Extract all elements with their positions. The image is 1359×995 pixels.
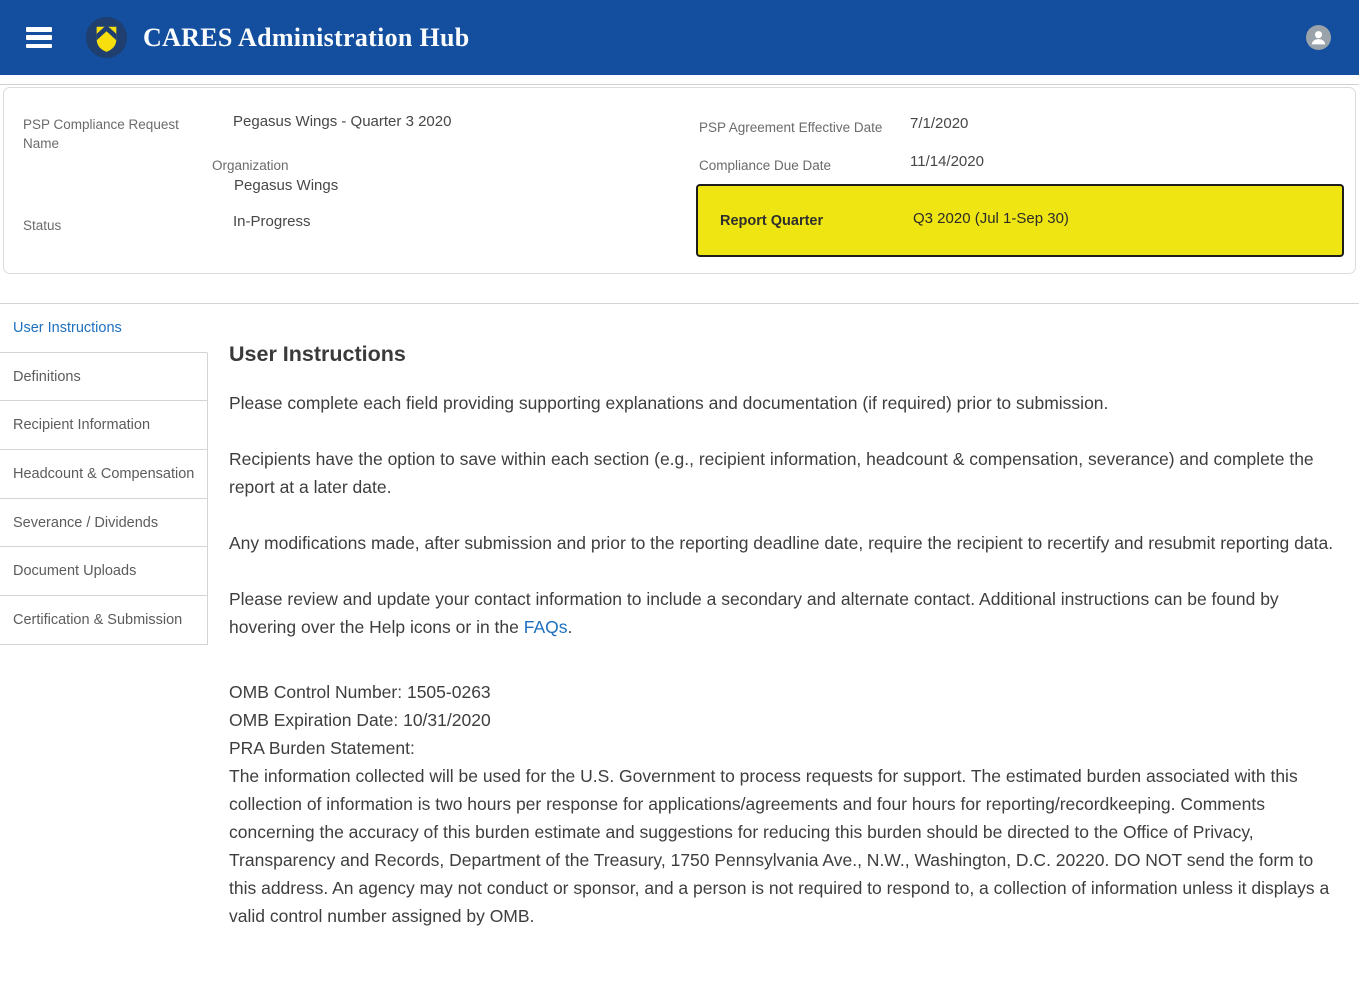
tab-label: Certification & Submission	[13, 612, 182, 628]
header-divider	[0, 84, 1359, 85]
tab-severance-dividends[interactable]: Severance / Dividends	[0, 499, 208, 548]
app-header: CARES Administration Hub	[0, 0, 1359, 75]
hamburger-menu-icon[interactable]	[26, 27, 52, 48]
due-date-value: 11/14/2020	[910, 152, 984, 172]
status-value: In-Progress	[233, 212, 311, 232]
hamburger-bar	[26, 44, 52, 49]
request-name-value: Pegasus Wings - Quarter 3 2020	[233, 112, 451, 132]
effective-date-label: PSP Agreement Effective Date	[699, 118, 882, 137]
tab-document-uploads[interactable]: Document Uploads	[0, 547, 208, 596]
contact-update-paragraph: Please review and update your contact in…	[229, 585, 1343, 641]
page-title: User Instructions	[229, 340, 1343, 368]
report-quarter-label: Report Quarter	[720, 213, 823, 229]
tab-definitions[interactable]: Definitions	[0, 353, 208, 402]
status-label: Status	[23, 216, 61, 235]
main-content: User Instructions Please complete each f…	[229, 304, 1343, 930]
app-title: CARES Administration Hub	[143, 23, 470, 53]
omb-expiration-date: OMB Expiration Date: 10/31/2020	[229, 706, 1343, 734]
organization-value: Pegasus Wings	[234, 176, 338, 196]
hamburger-bar	[26, 35, 52, 40]
omb-control-number: OMB Control Number: 1505-0263	[229, 678, 1343, 706]
pra-burden-text: The information collected will be used f…	[229, 762, 1343, 930]
user-avatar-icon[interactable]	[1306, 25, 1331, 50]
instructions-paragraph-3: Any modifications made, after submission…	[229, 529, 1343, 557]
request-name-label: PSP Compliance Request Name	[23, 115, 193, 153]
tab-user-instructions[interactable]: User Instructions	[0, 304, 208, 353]
tab-label: Recipient Information	[13, 417, 150, 433]
tab-headcount-compensation[interactable]: Headcount & Compensation	[0, 450, 208, 499]
tab-certification-submission[interactable]: Certification & Submission	[0, 596, 208, 645]
organization-label: Organization	[212, 156, 289, 175]
instructions-paragraph-2: Recipients have the option to save withi…	[229, 445, 1343, 501]
report-quarter-value: Q3 2020 (Jul 1-Sep 30)	[913, 210, 1069, 227]
compliance-summary-panel: PSP Compliance Request Name Pegasus Wing…	[3, 87, 1356, 274]
report-quarter-highlight: Report Quarter Q3 2020 (Jul 1-Sep 30)	[696, 184, 1344, 257]
omb-statement-block: OMB Control Number: 1505-0263 OMB Expira…	[229, 678, 1343, 930]
app-logo-icon[interactable]	[85, 16, 128, 59]
tab-recipient-information[interactable]: Recipient Information	[0, 401, 208, 450]
due-date-label: Compliance Due Date	[699, 156, 831, 175]
section-nav: User Instructions Definitions Recipient …	[0, 304, 208, 645]
hamburger-bar	[26, 27, 52, 32]
tab-label: Headcount & Compensation	[13, 466, 194, 482]
tab-label: Definitions	[13, 369, 81, 385]
tab-label: User Instructions	[13, 320, 122, 336]
faqs-link[interactable]: FAQs	[524, 617, 568, 637]
tab-label: Document Uploads	[13, 563, 136, 579]
pra-burden-label: PRA Burden Statement:	[229, 734, 1343, 762]
instructions-paragraph-1: Please complete each field providing sup…	[229, 389, 1343, 417]
tab-label: Severance / Dividends	[13, 515, 158, 531]
contact-text-after: .	[568, 617, 573, 637]
contact-text-before: Please review and update your contact in…	[229, 589, 1279, 637]
effective-date-value: 7/1/2020	[910, 114, 968, 134]
